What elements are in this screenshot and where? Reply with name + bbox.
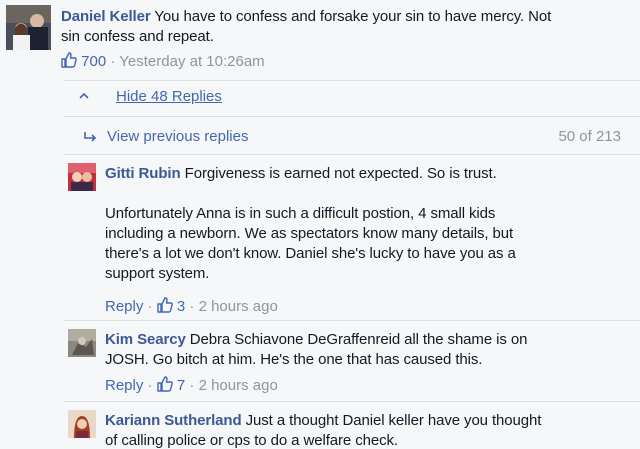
avatar[interactable] <box>6 5 51 50</box>
hide-replies-row: Hide 48 Replies <box>0 82 640 114</box>
reply-item: Gitti Rubin Forgiveness is earned not ex… <box>63 155 640 320</box>
reply-text-line1: Just a thought Daniel keller have you th… <box>245 412 542 429</box>
reply-text-line4: there's a lot we don't know. Daniel she'… <box>105 245 516 262</box>
reply-button[interactable]: Reply <box>105 377 143 394</box>
view-previous-row: View previous replies 50 of 213 <box>63 120 640 153</box>
reply-author[interactable]: Kim Searcy <box>105 331 186 348</box>
comment-body: Daniel Keller You have to confess and fo… <box>61 7 636 47</box>
comment-timestamp[interactable]: Yesterday at 10:26am <box>119 53 264 70</box>
reply-text-line2: Unfortunately Anna is in such a difficul… <box>105 205 496 222</box>
meta-separator: · <box>189 298 195 315</box>
view-previous-replies-link[interactable]: View previous replies <box>107 128 248 145</box>
like-thumb-icon[interactable] <box>157 376 177 394</box>
reply-author[interactable]: Kariann Sutherland <box>105 412 242 429</box>
reply-author[interactable]: Gitti Rubin <box>105 165 181 182</box>
reply-timestamp[interactable]: 2 hours ago <box>199 377 278 394</box>
meta-separator: · <box>147 377 153 394</box>
reply-timestamp[interactable]: 2 hours ago <box>199 298 278 315</box>
reply-text-line2: JOSH. Go bitch at him. He's the one that… <box>105 351 483 368</box>
reply-meta: Reply · 7 · 2 hours ago <box>105 376 278 396</box>
avatar-photo-icon <box>6 5 51 50</box>
reply-body: Kariann Sutherland Just a thought Daniel… <box>105 411 635 449</box>
chevron-up-icon[interactable] <box>78 88 90 106</box>
avatar[interactable] <box>68 410 96 438</box>
reply-item: Kim Searcy Debra Schiavone DeGraffenreid… <box>63 321 640 401</box>
reply-text-line1: Debra Schiavone DeGraffenreid all the sh… <box>189 331 528 348</box>
avatar[interactable] <box>68 163 96 191</box>
meta-separator: · <box>189 377 195 394</box>
reply-meta: Reply · 3 · 2 hours ago <box>105 297 278 317</box>
comment-text-line1: You have to confess and forsake your sin… <box>154 8 552 25</box>
replies-count: 50 of 213 <box>558 128 621 145</box>
reply-text-line3: including a newborn. We as spectators kn… <box>105 225 514 242</box>
reply-body: Kim Searcy Debra Schiavone DeGraffenreid… <box>105 330 635 370</box>
avatar-photo-icon <box>68 329 96 357</box>
avatar-photo-icon <box>68 410 96 438</box>
reply-arrow-icon <box>83 130 97 148</box>
comment-text-line2: sin confess and repeat. <box>61 28 214 45</box>
meta-separator: · <box>147 298 153 315</box>
reply-body: Gitti Rubin Forgiveness is earned not ex… <box>105 164 635 284</box>
like-count[interactable]: 7 <box>177 377 185 394</box>
reply-text-line1: Forgiveness is earned not expected. So i… <box>184 165 497 182</box>
hide-replies-link[interactable]: Hide 48 Replies <box>116 88 222 105</box>
like-count[interactable]: 700 <box>81 53 106 70</box>
like-count[interactable]: 3 <box>177 298 185 315</box>
reply-item: Kariann Sutherland Just a thought Daniel… <box>63 402 640 449</box>
reply-text-line2: of calling police or cps to do a welfare… <box>105 432 398 449</box>
comment-author[interactable]: Daniel Keller <box>61 8 151 25</box>
divider <box>63 116 640 117</box>
like-thumb-icon[interactable] <box>157 297 177 315</box>
top-comment: Daniel Keller You have to confess and fo… <box>0 0 640 78</box>
avatar-photo-icon <box>68 163 96 191</box>
like-thumb-icon[interactable] <box>61 52 81 70</box>
reply-button[interactable]: Reply <box>105 298 143 315</box>
meta-separator: · <box>110 53 116 70</box>
reply-text-line5: support system. <box>105 265 210 282</box>
comment-meta: 700 · Yesterday at 10:26am <box>61 52 265 72</box>
avatar[interactable] <box>68 329 96 357</box>
divider <box>63 80 640 81</box>
